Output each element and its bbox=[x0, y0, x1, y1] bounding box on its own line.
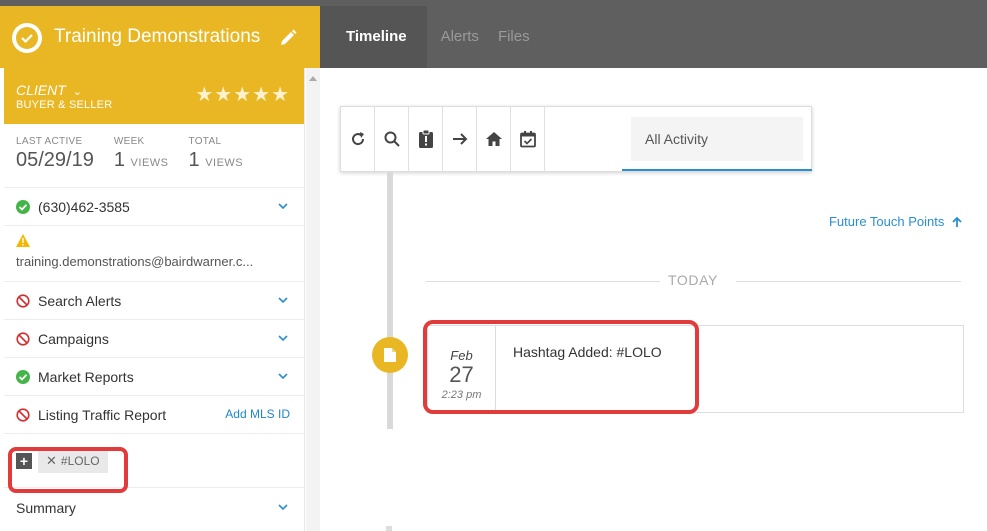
divider-line bbox=[736, 281, 961, 282]
verified-check-icon bbox=[16, 199, 30, 214]
chevron-down-icon[interactable] bbox=[278, 502, 288, 512]
tab-alerts[interactable]: Alerts bbox=[427, 6, 498, 68]
today-label: TODAY bbox=[668, 272, 718, 288]
filter-underline bbox=[622, 169, 812, 171]
client-type-bar: CLIENT ⌄ BUYER & SELLER ★★★★★ bbox=[4, 68, 304, 124]
stat-value: 1 bbox=[188, 149, 200, 171]
sidebar-item-label: Market Reports bbox=[38, 368, 134, 385]
client-label: CLIENT bbox=[16, 82, 66, 98]
stat-label: WEEK bbox=[113, 136, 145, 147]
summary-label: Summary bbox=[16, 500, 76, 516]
search-button[interactable] bbox=[375, 107, 409, 171]
tab-files[interactable]: Files bbox=[498, 6, 544, 68]
chevron-down-icon[interactable] bbox=[278, 201, 288, 211]
stat-week: WEEK 1 VIEWS bbox=[114, 136, 169, 187]
activity-stats: LAST ACTIVE 05/29/19 WEEK 1 VIEWS TOTAL … bbox=[4, 124, 304, 188]
sidebar-item-market-reports[interactable]: Market Reports bbox=[4, 358, 304, 396]
arrow-up-icon bbox=[952, 216, 962, 227]
stat-label: TOTAL bbox=[188, 136, 222, 147]
chevron-down-icon[interactable] bbox=[278, 333, 288, 343]
stat-label: LAST ACTIVE bbox=[16, 136, 83, 147]
divider-line bbox=[426, 281, 660, 282]
calendar-check-icon bbox=[519, 131, 536, 148]
contact-name: Training Demonstrations bbox=[54, 26, 261, 47]
chevron-down-icon[interactable] bbox=[278, 295, 288, 305]
stat-value: 1 bbox=[113, 149, 125, 171]
shield-check-icon bbox=[12, 23, 42, 53]
blocked-icon bbox=[16, 407, 30, 422]
warning-icon bbox=[16, 234, 30, 247]
verified-check-icon bbox=[16, 369, 30, 384]
note-event-icon bbox=[372, 337, 408, 373]
sidebar-item-listing-traffic: Listing Traffic Report Add MLS ID bbox=[4, 396, 304, 434]
scroll-up-arrow-icon[interactable] bbox=[309, 76, 317, 81]
stat-unit: VIEWS bbox=[130, 157, 169, 169]
home-button[interactable] bbox=[477, 107, 511, 171]
future-touch-points-label: Future Touch Points bbox=[828, 214, 945, 229]
timeline-panel: All Activity Future Touch Points TODAY F… bbox=[320, 68, 987, 531]
stat-value-wrap: 1 VIEWS bbox=[114, 149, 169, 172]
sidebar-item-search-alerts[interactable]: Search Alerts bbox=[4, 282, 304, 320]
refresh-button[interactable] bbox=[341, 107, 375, 171]
chevron-down-icon: ⌄ bbox=[72, 86, 82, 98]
email-address: training.demonstrations@bairdwarner.c... bbox=[16, 254, 254, 269]
forward-button[interactable] bbox=[443, 107, 477, 171]
stat-value: 05/29/19 bbox=[16, 149, 94, 171]
highlight-event-annotation bbox=[423, 320, 699, 414]
tab-timeline[interactable]: Timeline bbox=[320, 6, 427, 68]
stat-unit: VIEWS bbox=[205, 157, 244, 169]
sidebar-item-label: Search Alerts bbox=[38, 292, 122, 309]
search-icon bbox=[384, 131, 400, 147]
clipboard-alert-button[interactable] bbox=[409, 107, 443, 171]
arrow-right-icon bbox=[452, 133, 467, 145]
blocked-icon bbox=[16, 331, 30, 346]
highlight-tag-annotation bbox=[8, 447, 128, 493]
edit-pencil-icon[interactable] bbox=[278, 28, 298, 48]
home-icon bbox=[485, 132, 502, 146]
contact-header: Training Demonstrations bbox=[0, 6, 320, 68]
refresh-icon bbox=[351, 132, 364, 146]
future-touch-points-link[interactable]: Future Touch Points bbox=[829, 214, 963, 229]
today-divider: TODAY bbox=[426, 272, 961, 292]
sidebar-item-label: Listing Traffic Report bbox=[38, 406, 167, 423]
phone-number: (630)462-3585 bbox=[38, 198, 130, 215]
main-tabs: Timeline Alerts Files bbox=[320, 6, 544, 68]
chevron-down-icon[interactable] bbox=[278, 371, 288, 381]
add-mls-id-link[interactable]: Add MLS ID bbox=[225, 407, 290, 421]
email-row[interactable]: training.demonstrations@bairdwarner.c... bbox=[4, 226, 304, 282]
timeline-toolbar: All Activity bbox=[340, 106, 812, 172]
stat-value-wrap: 1 VIEWS bbox=[189, 149, 244, 172]
stat-total: TOTAL 1 VIEWS bbox=[189, 136, 244, 187]
activity-filter-select[interactable]: All Activity bbox=[631, 117, 803, 161]
timeline-line bbox=[387, 172, 393, 429]
sidebar-item-campaigns[interactable]: Campaigns bbox=[4, 320, 304, 358]
phone-row[interactable]: (630)462-3585 bbox=[4, 188, 304, 226]
clipboard-alert-icon bbox=[418, 129, 433, 148]
summary-row[interactable]: Summary bbox=[4, 488, 304, 528]
sidebar-scrollbar[interactable] bbox=[306, 68, 320, 531]
blocked-icon bbox=[16, 293, 30, 308]
calendar-button[interactable] bbox=[511, 107, 545, 171]
sidebar-item-label: Campaigns bbox=[38, 330, 109, 347]
star-rating[interactable]: ★★★★★ bbox=[195, 82, 290, 107]
stat-last-active: LAST ACTIVE 05/29/19 bbox=[16, 136, 94, 187]
timeline-line-end bbox=[386, 526, 392, 531]
